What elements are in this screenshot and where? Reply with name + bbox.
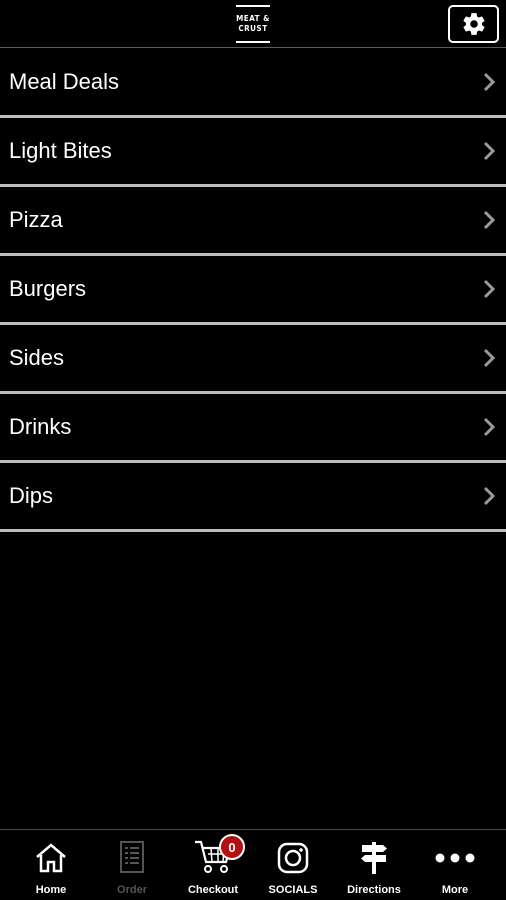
tab-order-label: Order <box>117 884 147 896</box>
category-label: Dips <box>9 483 54 508</box>
chevron-right-icon <box>482 278 496 300</box>
order-list-icon <box>120 841 144 873</box>
category-label: Pizza <box>9 207 63 232</box>
tab-checkout[interactable]: 0 Checkout <box>173 830 253 900</box>
tab-more[interactable]: More <box>415 830 495 900</box>
category-light-bites[interactable]: Light Bites <box>0 118 506 187</box>
gear-icon <box>462 13 485 35</box>
tab-checkout-label: Checkout <box>187 884 239 896</box>
category-drinks[interactable]: Drinks <box>0 394 506 463</box>
tab-directions-label: Directions <box>347 884 401 896</box>
signpost-icon <box>361 842 387 874</box>
tab-more-label: More <box>441 884 469 896</box>
chevron-right-icon <box>482 140 496 162</box>
category-label: Meal Deals <box>9 69 120 94</box>
chevron-right-icon <box>482 71 496 93</box>
app-header: MEAT & CRUST <box>0 0 506 48</box>
category-dips[interactable]: Dips <box>0 463 506 532</box>
tab-socials-label: SOCIALS <box>268 884 318 896</box>
tab-order[interactable]: Order <box>92 830 172 900</box>
category-meal-deals[interactable]: Meal Deals <box>0 49 506 118</box>
tab-socials[interactable]: SOCIALS <box>253 830 333 900</box>
chevron-right-icon <box>482 485 496 507</box>
chevron-right-icon <box>482 209 496 231</box>
cart-count-badge: 0 <box>219 834 245 860</box>
settings-button[interactable] <box>448 5 499 43</box>
logo-line-1: MEAT & <box>236 14 270 23</box>
more-dots-icon <box>435 853 475 863</box>
tab-home-label: Home <box>35 884 67 896</box>
chevron-right-icon <box>482 347 496 369</box>
bottom-tab-bar: Home Order 0 Checkout SOCIALS Directions… <box>0 829 506 900</box>
logo: MEAT & CRUST <box>236 5 270 43</box>
logo-line-2: CRUST <box>238 24 268 33</box>
home-icon <box>36 843 66 873</box>
category-label: Drinks <box>9 414 72 439</box>
category-pizza[interactable]: Pizza <box>0 187 506 256</box>
category-list: Meal Deals Light Bites Pizza Burgers Sid… <box>0 49 506 532</box>
tab-home[interactable]: Home <box>11 830 91 900</box>
tab-directions[interactable]: Directions <box>334 830 414 900</box>
category-sides[interactable]: Sides <box>0 325 506 394</box>
chevron-right-icon <box>482 416 496 438</box>
category-label: Sides <box>9 345 65 370</box>
category-label: Light Bites <box>9 138 112 163</box>
instagram-icon <box>277 842 309 874</box>
category-label: Burgers <box>9 276 87 301</box>
category-burgers[interactable]: Burgers <box>0 256 506 325</box>
